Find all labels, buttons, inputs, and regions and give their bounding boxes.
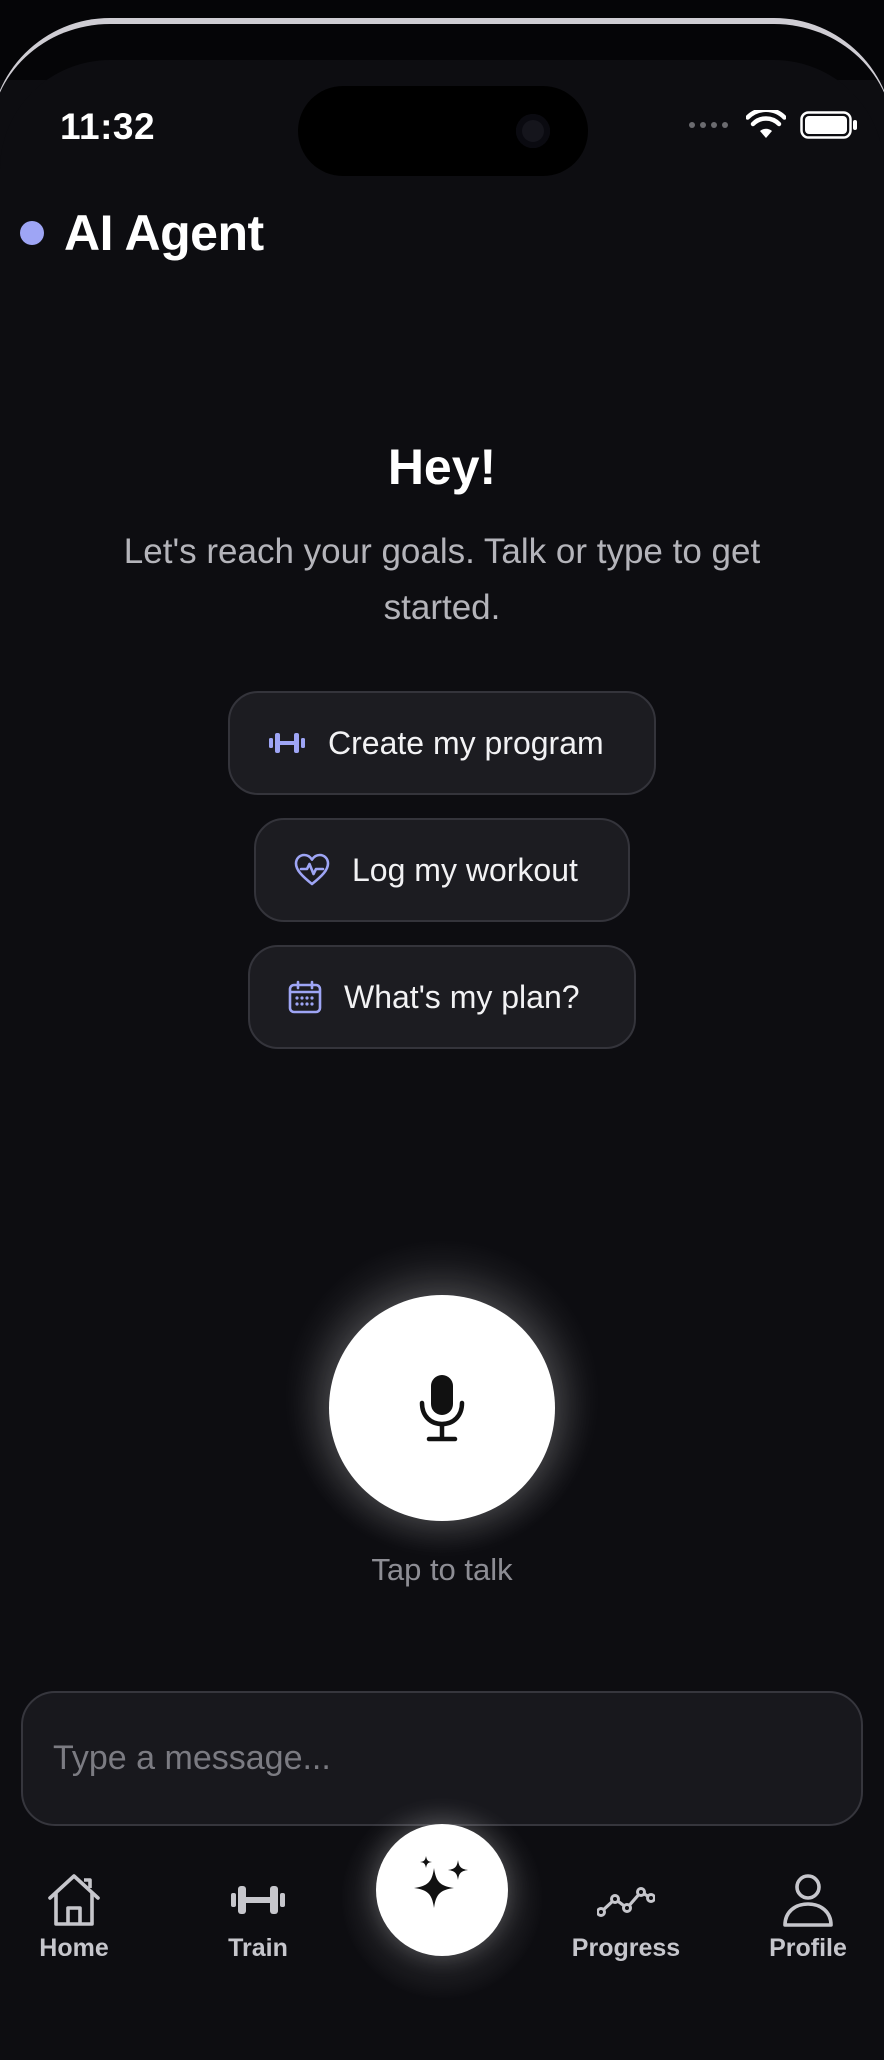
status-indicators	[689, 110, 858, 140]
dumbbell-icon	[269, 733, 305, 753]
status-dot	[20, 221, 44, 245]
tab-bar: Home Train Progress Profile	[0, 1798, 884, 2038]
camera-icon	[516, 114, 550, 148]
heart-pulse-icon	[294, 853, 330, 886]
greeting-subtitle: Let's reach your goals. Talk or type to …	[123, 532, 761, 627]
trend-line-icon	[597, 1887, 655, 1917]
battery-icon	[800, 111, 857, 139]
tab-label: Profile	[769, 1934, 847, 1962]
cellular-signal-icon	[689, 122, 728, 128]
suggestion-label: Log my workout	[352, 851, 578, 888]
phone-screen: 11:32 AI Agent Hey! Let's reach your goa…	[0, 0, 884, 2060]
app-header: AI Agent	[20, 204, 264, 262]
suggestion-whats-my-plan-button[interactable]: What's my plan?	[248, 945, 636, 1049]
greeting-heading: Hey!	[387, 439, 497, 495]
status-time: 11:32	[60, 106, 156, 147]
tab-progress[interactable]: Progress	[551, 1872, 701, 1963]
wifi-icon	[746, 110, 786, 138]
tab-label: Home	[39, 1934, 109, 1962]
page-title: AI Agent	[64, 205, 264, 261]
tab-label: Progress	[571, 1934, 681, 1962]
suggestion-label: What's my plan?	[344, 978, 580, 1015]
person-icon	[783, 1874, 833, 1927]
dumbbell-icon	[231, 1886, 285, 1914]
tab-profile[interactable]: Profile	[733, 1872, 883, 1963]
tab-train[interactable]: Train	[183, 1872, 333, 1963]
microphone-icon	[419, 1375, 465, 1442]
suggestion-create-program-button[interactable]: Create my program	[228, 691, 656, 795]
tab-label: Train	[228, 1934, 288, 1962]
tap-to-talk-button[interactable]	[329, 1295, 555, 1521]
home-icon	[48, 1874, 100, 1926]
calendar-icon	[288, 980, 322, 1014]
sparkles-icon	[414, 1856, 468, 1908]
suggestion-label: Create my program	[328, 724, 604, 761]
tab-ai-agent-button[interactable]	[376, 1824, 508, 1956]
tab-home[interactable]: Home	[0, 1872, 149, 1963]
suggestion-log-workout-button[interactable]: Log my workout	[254, 818, 630, 922]
tap-to-talk-label: Tap to talk	[371, 1552, 513, 1587]
